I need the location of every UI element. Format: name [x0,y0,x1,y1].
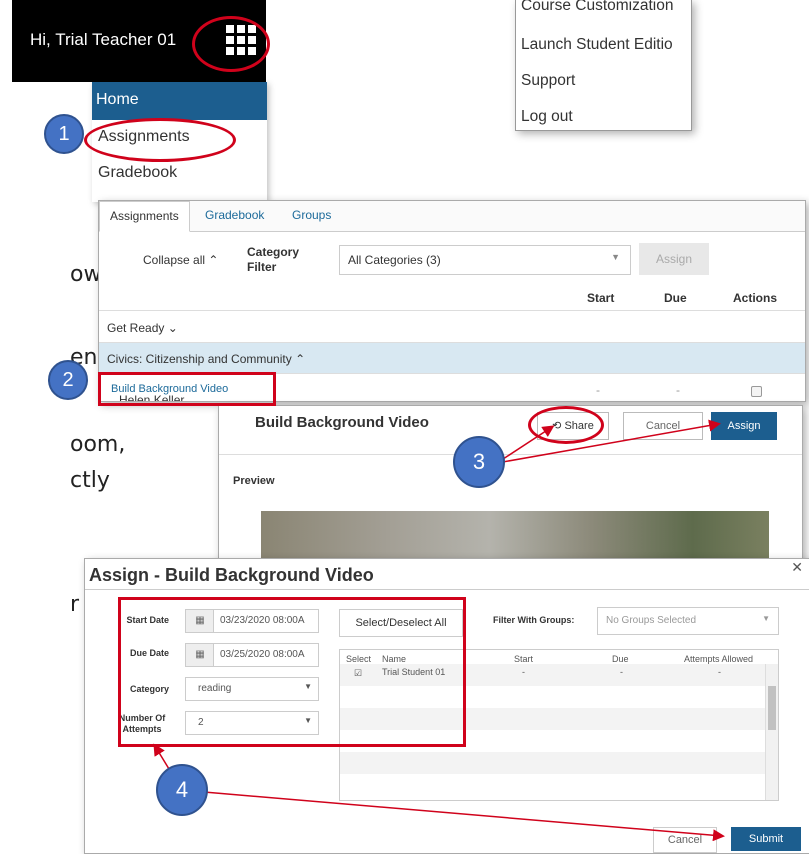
arrow-3-assign [496,419,721,464]
step-badge-2: 2 [48,360,88,400]
step-badge-3: 3 [453,436,505,488]
step-badge-4: 4 [156,764,208,816]
arrow-4-submit [203,791,725,842]
step-badge-1: 1 [44,114,84,154]
annotation-arrows [153,419,725,842]
